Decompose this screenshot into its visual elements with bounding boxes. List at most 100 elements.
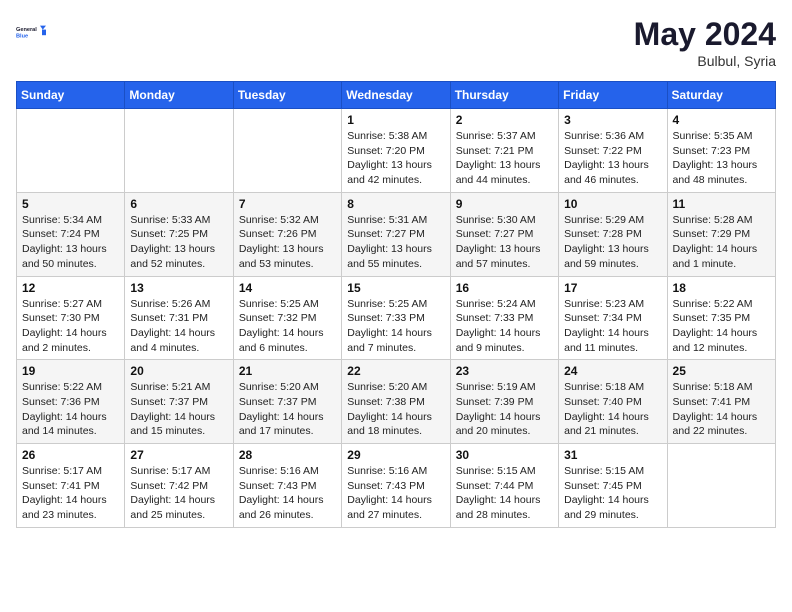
calendar-cell: 1 Sunrise: 5:38 AMSunset: 7:20 PMDayligh… — [342, 109, 450, 193]
day-info: Sunrise: 5:27 AMSunset: 7:30 PMDaylight:… — [22, 297, 119, 356]
calendar-cell: 18 Sunrise: 5:22 AMSunset: 7:35 PMDaylig… — [667, 276, 775, 360]
day-info: Sunrise: 5:18 AMSunset: 7:41 PMDaylight:… — [673, 380, 770, 439]
page-header: GeneralBlue May 2024 Bulbul, Syria — [16, 16, 776, 69]
day-number: 7 — [239, 197, 336, 211]
day-number: 18 — [673, 281, 770, 295]
calendar-cell: 26 Sunrise: 5:17 AMSunset: 7:41 PMDaylig… — [17, 444, 125, 528]
calendar-cell — [17, 109, 125, 193]
day-number: 11 — [673, 197, 770, 211]
day-number: 26 — [22, 448, 119, 462]
day-info: Sunrise: 5:19 AMSunset: 7:39 PMDaylight:… — [456, 380, 553, 439]
day-number: 16 — [456, 281, 553, 295]
day-number: 20 — [130, 364, 227, 378]
calendar-cell: 6 Sunrise: 5:33 AMSunset: 7:25 PMDayligh… — [125, 192, 233, 276]
day-info: Sunrise: 5:34 AMSunset: 7:24 PMDaylight:… — [22, 213, 119, 272]
day-info: Sunrise: 5:25 AMSunset: 7:32 PMDaylight:… — [239, 297, 336, 356]
location: Bulbul, Syria — [634, 53, 776, 69]
day-number: 19 — [22, 364, 119, 378]
day-info: Sunrise: 5:21 AMSunset: 7:37 PMDaylight:… — [130, 380, 227, 439]
calendar-cell: 10 Sunrise: 5:29 AMSunset: 7:28 PMDaylig… — [559, 192, 667, 276]
day-number: 5 — [22, 197, 119, 211]
day-info: Sunrise: 5:26 AMSunset: 7:31 PMDaylight:… — [130, 297, 227, 356]
day-number: 9 — [456, 197, 553, 211]
day-info: Sunrise: 5:31 AMSunset: 7:27 PMDaylight:… — [347, 213, 444, 272]
day-number: 14 — [239, 281, 336, 295]
calendar-cell: 17 Sunrise: 5:23 AMSunset: 7:34 PMDaylig… — [559, 276, 667, 360]
title-block: May 2024 Bulbul, Syria — [634, 16, 776, 69]
day-number: 4 — [673, 113, 770, 127]
day-of-week-header: Sunday — [17, 82, 125, 109]
day-of-week-header: Friday — [559, 82, 667, 109]
calendar-cell: 19 Sunrise: 5:22 AMSunset: 7:36 PMDaylig… — [17, 360, 125, 444]
calendar-cell: 14 Sunrise: 5:25 AMSunset: 7:32 PMDaylig… — [233, 276, 341, 360]
day-info: Sunrise: 5:28 AMSunset: 7:29 PMDaylight:… — [673, 213, 770, 272]
day-info: Sunrise: 5:20 AMSunset: 7:38 PMDaylight:… — [347, 380, 444, 439]
day-of-week-header: Monday — [125, 82, 233, 109]
svg-text:Blue: Blue — [16, 34, 28, 40]
day-info: Sunrise: 5:22 AMSunset: 7:35 PMDaylight:… — [673, 297, 770, 356]
calendar-cell: 15 Sunrise: 5:25 AMSunset: 7:33 PMDaylig… — [342, 276, 450, 360]
day-info: Sunrise: 5:20 AMSunset: 7:37 PMDaylight:… — [239, 380, 336, 439]
day-number: 22 — [347, 364, 444, 378]
day-info: Sunrise: 5:23 AMSunset: 7:34 PMDaylight:… — [564, 297, 661, 356]
day-number: 28 — [239, 448, 336, 462]
day-number: 6 — [130, 197, 227, 211]
calendar-cell: 20 Sunrise: 5:21 AMSunset: 7:37 PMDaylig… — [125, 360, 233, 444]
day-info: Sunrise: 5:24 AMSunset: 7:33 PMDaylight:… — [456, 297, 553, 356]
calendar-cell: 30 Sunrise: 5:15 AMSunset: 7:44 PMDaylig… — [450, 444, 558, 528]
day-number: 12 — [22, 281, 119, 295]
day-number: 27 — [130, 448, 227, 462]
calendar-table: SundayMondayTuesdayWednesdayThursdayFrid… — [16, 81, 776, 528]
day-info: Sunrise: 5:36 AMSunset: 7:22 PMDaylight:… — [564, 129, 661, 188]
day-info: Sunrise: 5:17 AMSunset: 7:42 PMDaylight:… — [130, 464, 227, 523]
day-info: Sunrise: 5:35 AMSunset: 7:23 PMDaylight:… — [673, 129, 770, 188]
calendar-cell: 13 Sunrise: 5:26 AMSunset: 7:31 PMDaylig… — [125, 276, 233, 360]
calendar-cell: 8 Sunrise: 5:31 AMSunset: 7:27 PMDayligh… — [342, 192, 450, 276]
calendar-cell: 28 Sunrise: 5:16 AMSunset: 7:43 PMDaylig… — [233, 444, 341, 528]
day-number: 21 — [239, 364, 336, 378]
day-of-week-header: Wednesday — [342, 82, 450, 109]
calendar-cell: 11 Sunrise: 5:28 AMSunset: 7:29 PMDaylig… — [667, 192, 775, 276]
day-info: Sunrise: 5:25 AMSunset: 7:33 PMDaylight:… — [347, 297, 444, 356]
day-info: Sunrise: 5:15 AMSunset: 7:45 PMDaylight:… — [564, 464, 661, 523]
month-title: May 2024 — [634, 16, 776, 53]
day-number: 13 — [130, 281, 227, 295]
calendar-cell — [667, 444, 775, 528]
day-number: 31 — [564, 448, 661, 462]
calendar-cell: 4 Sunrise: 5:35 AMSunset: 7:23 PMDayligh… — [667, 109, 775, 193]
day-number: 8 — [347, 197, 444, 211]
day-number: 29 — [347, 448, 444, 462]
logo: GeneralBlue — [16, 16, 48, 48]
day-number: 15 — [347, 281, 444, 295]
day-info: Sunrise: 5:18 AMSunset: 7:40 PMDaylight:… — [564, 380, 661, 439]
calendar-cell: 5 Sunrise: 5:34 AMSunset: 7:24 PMDayligh… — [17, 192, 125, 276]
day-number: 23 — [456, 364, 553, 378]
day-info: Sunrise: 5:15 AMSunset: 7:44 PMDaylight:… — [456, 464, 553, 523]
calendar-cell — [233, 109, 341, 193]
calendar-cell: 21 Sunrise: 5:20 AMSunset: 7:37 PMDaylig… — [233, 360, 341, 444]
calendar-cell: 7 Sunrise: 5:32 AMSunset: 7:26 PMDayligh… — [233, 192, 341, 276]
calendar-cell: 23 Sunrise: 5:19 AMSunset: 7:39 PMDaylig… — [450, 360, 558, 444]
day-info: Sunrise: 5:16 AMSunset: 7:43 PMDaylight:… — [347, 464, 444, 523]
day-number: 17 — [564, 281, 661, 295]
day-info: Sunrise: 5:29 AMSunset: 7:28 PMDaylight:… — [564, 213, 661, 272]
day-info: Sunrise: 5:22 AMSunset: 7:36 PMDaylight:… — [22, 380, 119, 439]
calendar-cell: 24 Sunrise: 5:18 AMSunset: 7:40 PMDaylig… — [559, 360, 667, 444]
calendar-cell: 31 Sunrise: 5:15 AMSunset: 7:45 PMDaylig… — [559, 444, 667, 528]
calendar-cell: 3 Sunrise: 5:36 AMSunset: 7:22 PMDayligh… — [559, 109, 667, 193]
day-info: Sunrise: 5:17 AMSunset: 7:41 PMDaylight:… — [22, 464, 119, 523]
day-of-week-header: Tuesday — [233, 82, 341, 109]
day-number: 10 — [564, 197, 661, 211]
calendar-cell: 12 Sunrise: 5:27 AMSunset: 7:30 PMDaylig… — [17, 276, 125, 360]
calendar-cell: 2 Sunrise: 5:37 AMSunset: 7:21 PMDayligh… — [450, 109, 558, 193]
calendar-cell: 16 Sunrise: 5:24 AMSunset: 7:33 PMDaylig… — [450, 276, 558, 360]
day-info: Sunrise: 5:30 AMSunset: 7:27 PMDaylight:… — [456, 213, 553, 272]
svg-text:General: General — [16, 27, 37, 33]
calendar-cell: 22 Sunrise: 5:20 AMSunset: 7:38 PMDaylig… — [342, 360, 450, 444]
day-number: 2 — [456, 113, 553, 127]
day-number: 25 — [673, 364, 770, 378]
calendar-cell: 29 Sunrise: 5:16 AMSunset: 7:43 PMDaylig… — [342, 444, 450, 528]
day-of-week-header: Thursday — [450, 82, 558, 109]
day-of-week-header: Saturday — [667, 82, 775, 109]
day-number: 1 — [347, 113, 444, 127]
